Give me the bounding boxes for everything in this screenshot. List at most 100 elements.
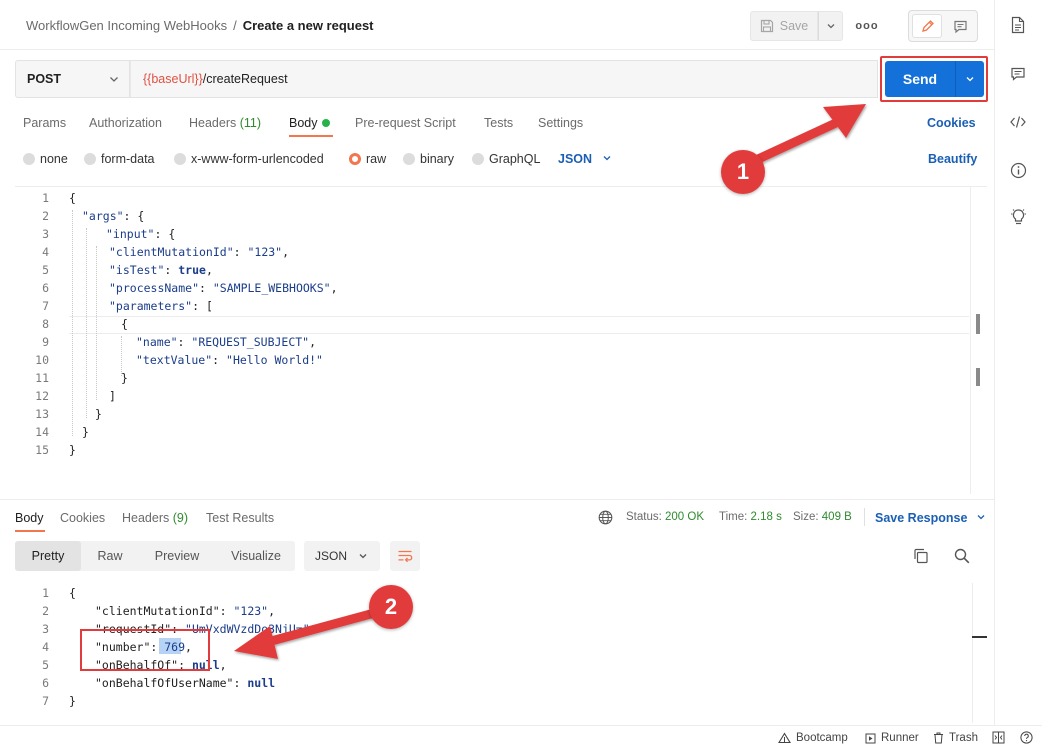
send-button-label: Send	[902, 71, 938, 87]
radio-binary[interactable]	[403, 153, 415, 165]
chevron-down-icon	[110, 77, 118, 82]
code-line: "parameters": [	[109, 299, 213, 313]
line-number: 14	[35, 425, 49, 439]
document-icon	[1011, 16, 1025, 34]
current-line-highlight	[69, 316, 969, 334]
view-raw[interactable]: Raw	[82, 541, 138, 571]
code-line: "isTest": true,	[109, 263, 213, 277]
copy-icon[interactable]	[912, 547, 930, 565]
response-line: }	[69, 694, 76, 708]
radio-label-x-www-form-urlencoded[interactable]: x-www-form-urlencoded	[191, 152, 324, 166]
more-actions-button[interactable]: ooo	[855, 14, 878, 38]
indent-guide	[72, 210, 73, 436]
line-number: 6	[42, 676, 49, 690]
pencil-icon	[921, 19, 934, 32]
comments-button[interactable]	[1008, 64, 1028, 84]
radio-none[interactable]	[23, 153, 35, 165]
arrow-1	[751, 104, 866, 165]
tab-authorization[interactable]: Authorization	[89, 116, 162, 130]
scrollbar-thumb[interactable]	[976, 314, 980, 334]
radio-graphql[interactable]	[472, 153, 484, 165]
bootcamp-button[interactable]: Bootcamp	[778, 732, 848, 744]
response-scrollbar[interactable]	[972, 583, 987, 723]
breadcrumb-separator: /	[233, 18, 237, 33]
view-preview[interactable]: Preview	[140, 541, 214, 571]
response-tab-cookies[interactable]: Cookies	[60, 511, 105, 525]
search-icon[interactable]	[953, 547, 971, 565]
radio-x-www-form-urlencoded[interactable]	[174, 153, 186, 165]
response-tab-body[interactable]: Body	[15, 511, 44, 525]
save-icon	[760, 19, 773, 33]
response-tab-test-results[interactable]: Test Results	[206, 511, 274, 525]
save-response-button[interactable]: Save Response	[875, 511, 986, 525]
step-marker-1: 1	[721, 150, 765, 194]
method-value: POST	[27, 72, 62, 86]
send-button[interactable]: Send	[885, 61, 955, 97]
indent-guide	[96, 246, 97, 400]
body-language-select[interactable]: JSON	[558, 152, 612, 166]
related-button[interactable]	[1008, 207, 1028, 227]
edit-mode-button[interactable]	[912, 14, 942, 38]
tab-body[interactable]: Body	[289, 116, 318, 130]
tab-tests[interactable]: Tests	[484, 116, 513, 130]
radio-label-binary[interactable]: binary	[420, 152, 454, 166]
code-line: }	[82, 425, 89, 439]
two-pane-button[interactable]	[992, 731, 1005, 744]
send-options-caret[interactable]	[955, 61, 984, 97]
radio-label-graphql[interactable]: GraphQL	[489, 152, 540, 166]
info-button[interactable]	[1008, 160, 1028, 180]
tab-params[interactable]: Params	[23, 116, 66, 130]
save-button[interactable]: Save	[750, 11, 818, 41]
radio-label-form-data[interactable]: form-data	[101, 152, 155, 166]
editor-scrollbar[interactable]	[970, 186, 986, 494]
number-highlight-box	[80, 629, 210, 671]
code-line: }	[95, 407, 102, 421]
beautify-link[interactable]: Beautify	[928, 152, 977, 166]
chevron-down-icon	[827, 24, 834, 29]
breadcrumb-collection[interactable]: WorkflowGen Incoming WebHooks	[26, 18, 227, 33]
tab-pre-request-script[interactable]: Pre-request Script	[355, 116, 456, 130]
chevron-down-icon	[603, 156, 610, 161]
tab-headers[interactable]: Headers (11)	[189, 116, 261, 130]
code-icon	[1010, 116, 1026, 128]
comment-mode-button[interactable]	[946, 14, 974, 38]
breadcrumb: WorkflowGen Incoming WebHooks / Create a n…	[26, 18, 374, 33]
runner-button[interactable]: Runner	[865, 732, 919, 744]
line-number: 13	[35, 407, 49, 421]
url-path: /createRequest	[202, 72, 288, 86]
size-value: 409 B	[821, 511, 852, 523]
indent-guide	[86, 228, 87, 418]
code-line: "args": {	[82, 209, 145, 223]
cookies-link[interactable]: Cookies	[927, 116, 976, 130]
code-line: "textValue": "Hello World!"	[136, 353, 323, 367]
line-number: 5	[42, 658, 49, 672]
runner-label: Runner	[881, 732, 919, 744]
view-visualize[interactable]: Visualize	[216, 541, 296, 571]
chevron-down-icon	[977, 515, 985, 520]
save-options-caret[interactable]	[818, 11, 843, 41]
response-format-select[interactable]: JSON	[304, 541, 380, 571]
help-button[interactable]	[1020, 731, 1033, 744]
code-snippet-button[interactable]	[1008, 112, 1028, 132]
bootcamp-icon	[778, 732, 791, 744]
trash-button[interactable]: Trash	[933, 732, 978, 744]
line-number: 5	[42, 263, 49, 277]
response-divider[interactable]	[0, 499, 994, 500]
response-tab-headers[interactable]: Headers (9)	[122, 511, 188, 525]
view-pretty[interactable]: Pretty	[15, 541, 81, 571]
radio-label-none[interactable]: none	[40, 152, 68, 166]
globe-icon[interactable]	[598, 510, 613, 525]
trash-icon	[934, 732, 943, 744]
wrap-lines-button[interactable]	[390, 541, 420, 571]
help-icon	[1020, 731, 1033, 744]
indent-guide	[121, 336, 122, 376]
radio-label-raw[interactable]: raw	[366, 152, 386, 166]
radio-raw[interactable]	[349, 153, 361, 165]
tab-settings[interactable]: Settings	[538, 116, 583, 130]
radio-form-data[interactable]	[84, 153, 96, 165]
documentation-button[interactable]	[1008, 15, 1028, 35]
line-number: 1	[42, 586, 49, 600]
url-input[interactable]: {{baseUrl}}/createRequest	[130, 60, 878, 98]
breadcrumb-request-name[interactable]: Create a new request	[243, 18, 374, 33]
chevron-down-icon	[359, 554, 367, 559]
